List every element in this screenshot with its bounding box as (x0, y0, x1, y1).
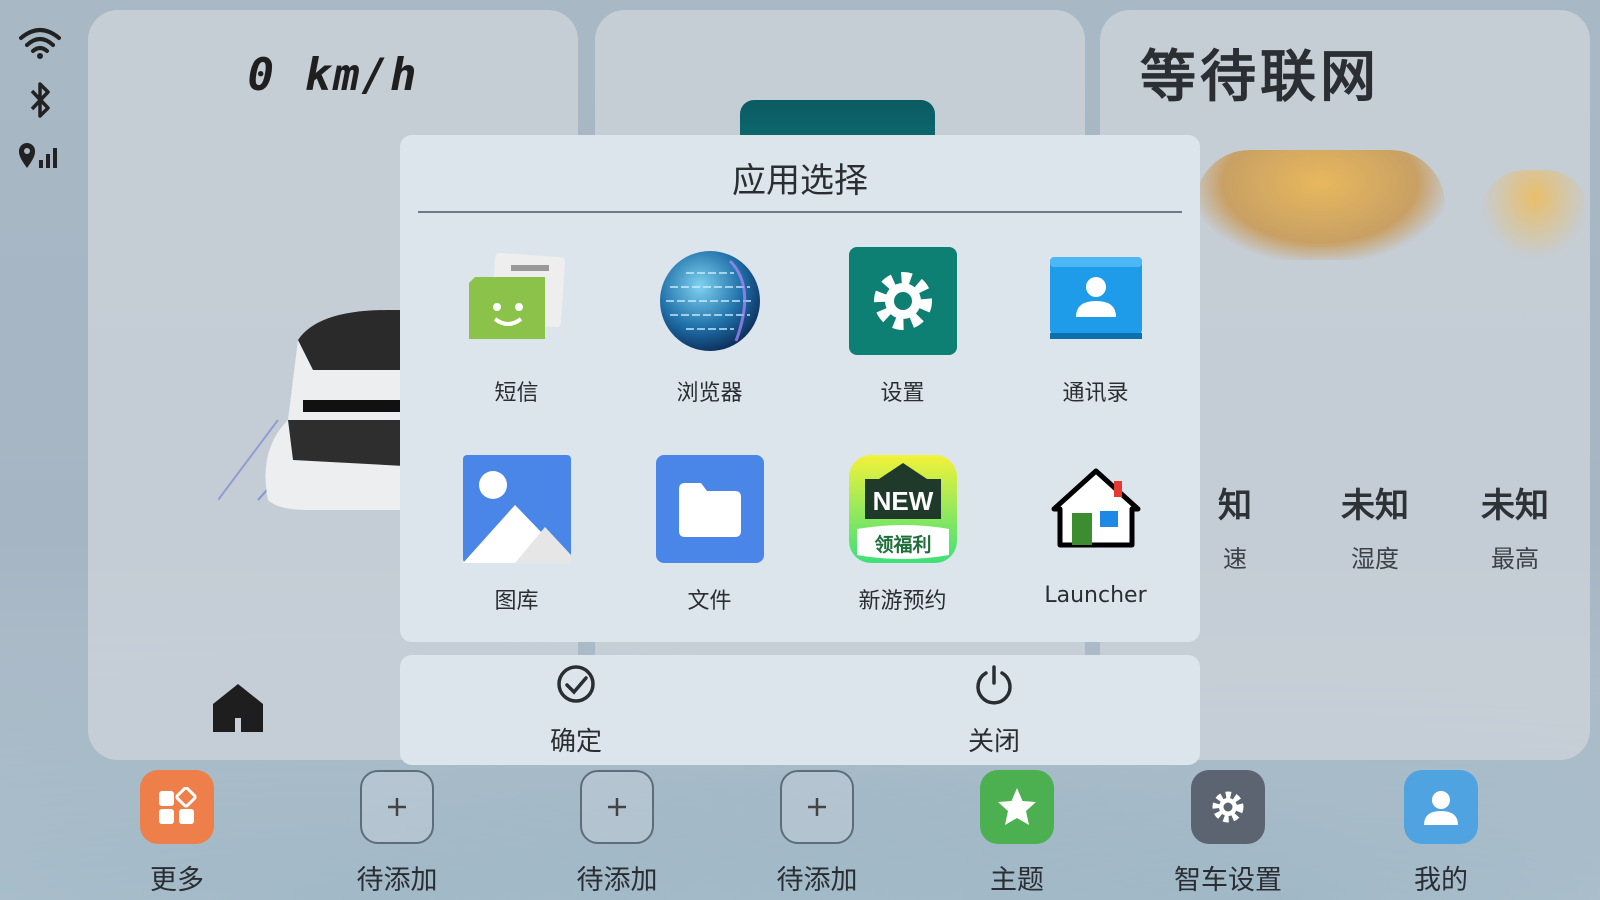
dialog-title: 应用选择 (732, 161, 868, 201)
settings-gear-icon[interactable] (848, 247, 957, 355)
power-icon (973, 665, 1015, 709)
dock-item-profile[interactable]: 我的 (1366, 760, 1516, 897)
app-item-launcher[interactable]: Launcher (999, 455, 1192, 653)
confirm-button[interactable]: 确定 (506, 663, 646, 758)
dock-label: 我的 (1414, 865, 1468, 896)
app-label: 新游预约 (858, 589, 947, 614)
messaging-icon[interactable] (463, 247, 571, 355)
dock-label: 待添加 (576, 865, 658, 896)
app-item-contacts[interactable]: 通讯录 (999, 247, 1192, 445)
bluetooth-icon (25, 80, 55, 120)
app-item-gallery[interactable]: 图库 (420, 455, 613, 653)
app-label: 通讯录 (1062, 381, 1129, 406)
close-button[interactable]: 关闭 (924, 663, 1064, 758)
weather-stat-high: 未知 最高 (1445, 478, 1585, 574)
speed-readout: 0 km/h (247, 50, 419, 101)
dock-label: 更多 (150, 865, 204, 896)
plus-icon[interactable] (360, 770, 434, 844)
cloud-illustration-small (1480, 170, 1590, 260)
app-label: 短信 (494, 381, 539, 406)
weather-stats: 知 速 未知 湿度 未知 最高 (1165, 478, 1585, 574)
theme-star-icon[interactable] (980, 770, 1054, 844)
cloud-illustration (1195, 150, 1445, 260)
app-item-files[interactable]: 文件 (613, 455, 806, 653)
stat-value: 未知 (1341, 486, 1409, 526)
dock-label: 待添加 (356, 865, 438, 896)
app-item-sms[interactable]: 短信 (420, 247, 613, 445)
weather-stat-humidity: 未知 湿度 (1305, 478, 1445, 574)
home-icon[interactable] (211, 680, 265, 738)
app-label: 设置 (880, 381, 925, 406)
dock-label: 待添加 (776, 865, 858, 896)
new-game-icon[interactable]: NEW 领福利 (848, 455, 957, 563)
app-item-new-game[interactable]: NEW 领福利 新游预约 (806, 455, 999, 653)
stat-label: 最高 (1491, 545, 1539, 573)
dock-item-add-1[interactable]: 待添加 (322, 760, 472, 897)
files-folder-icon[interactable] (655, 455, 764, 563)
dock-label: 智车设置 (1174, 865, 1282, 896)
check-circle-icon (555, 665, 597, 709)
plus-icon[interactable] (580, 770, 654, 844)
app-grid: 短信 浏览器 设置 通讯录 图库 文件 NEW 领福利 新游预约 Launche… (420, 247, 1195, 653)
svg-text:NEW: NEW (872, 486, 933, 516)
dock-item-add-3[interactable]: 待添加 (742, 760, 892, 897)
app-selection-dialog: 应用选择 短信 浏览器 设置 通讯录 图库 文件 NEW 领福利 新游预约 La… (400, 135, 1200, 642)
app-item-browser[interactable]: 浏览器 (613, 247, 806, 445)
more-apps-icon[interactable] (140, 770, 214, 844)
stat-label: 湿度 (1351, 545, 1399, 573)
dialog-action-bar: 确定 关闭 (400, 655, 1200, 765)
dock-item-add-2[interactable]: 待添加 (542, 760, 692, 897)
plus-icon[interactable] (780, 770, 854, 844)
bottom-dock: 更多 待添加 待添加 待添加 主题 智车设置 我的 (0, 760, 1600, 900)
app-item-settings[interactable]: 设置 (806, 247, 999, 445)
stat-value: 未知 (1481, 486, 1549, 526)
launcher-house-icon[interactable] (1042, 455, 1150, 563)
confirm-label: 确定 (549, 727, 602, 757)
app-label: 文件 (687, 589, 732, 614)
dock-item-car-settings[interactable]: 智车设置 (1153, 760, 1303, 897)
dock-item-more[interactable]: 更多 (102, 760, 252, 897)
close-label: 关闭 (967, 727, 1020, 757)
app-label: Launcher (1044, 583, 1147, 608)
dock-item-theme[interactable]: 主题 (942, 760, 1092, 897)
weather-title: 等待联网 (1140, 45, 1380, 110)
app-label: 浏览器 (676, 381, 743, 406)
contacts-icon[interactable] (1042, 247, 1150, 355)
svg-text:领福利: 领福利 (874, 533, 931, 556)
gps-signal-icon (17, 140, 63, 170)
wifi-icon (18, 26, 62, 60)
dock-label: 主题 (990, 865, 1044, 896)
app-label: 图库 (494, 589, 539, 614)
profile-icon[interactable] (1404, 770, 1478, 844)
browser-globe-icon[interactable] (656, 247, 764, 355)
car-settings-icon[interactable] (1191, 770, 1265, 844)
status-bar (14, 26, 66, 170)
dialog-divider (418, 211, 1182, 213)
gallery-icon[interactable] (462, 455, 571, 563)
